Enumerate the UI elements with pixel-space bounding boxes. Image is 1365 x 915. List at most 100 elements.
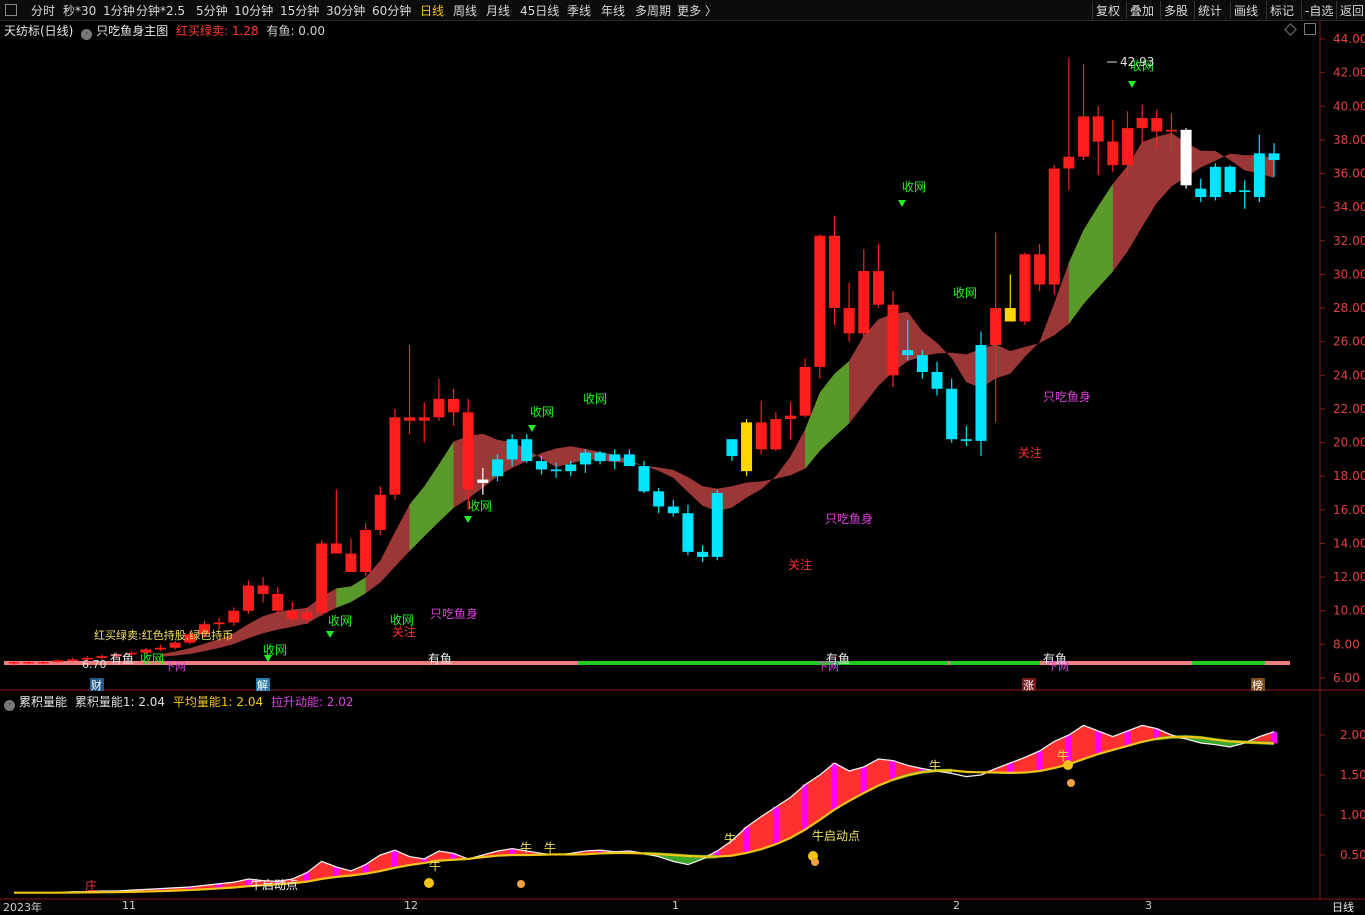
period-tab-8[interactable]: 60分钟 — [372, 2, 411, 19]
label-bull-start: 牛启动点 — [250, 877, 298, 892]
label-has-fish: 有鱼 — [826, 652, 850, 666]
money-bag-icon — [424, 878, 434, 888]
y-tick-label: 26.00 — [1333, 335, 1365, 349]
fish-line-green — [578, 661, 948, 665]
toolbar-right-button-0[interactable]: 复权 — [1096, 2, 1120, 19]
candle-body — [726, 439, 738, 457]
toolbar-right-button-3[interactable]: 统计 — [1198, 2, 1222, 19]
y-tick-label: 10.00 — [1333, 604, 1365, 618]
fish-line — [4, 661, 1290, 665]
pull-up-bar — [245, 879, 252, 887]
pull-up-bar — [860, 767, 867, 793]
arrow-down-icon — [326, 631, 334, 638]
candle-body — [1239, 190, 1251, 193]
pull-up-bar — [1036, 751, 1043, 772]
param-cum-volume: 累积量能1: 2.04 — [74, 695, 166, 709]
pull-up-bar — [362, 864, 369, 874]
candle-body — [1063, 156, 1075, 169]
sub-indicator-name[interactable]: 累积量能 — [19, 695, 67, 709]
period-tab-2[interactable]: 1分钟 — [103, 2, 135, 19]
candle-body — [286, 610, 298, 620]
candle-body — [448, 398, 460, 413]
y-tick-label: 14.00 — [1333, 536, 1365, 550]
period-tab-4[interactable]: 5分钟 — [196, 2, 228, 19]
candle-body — [301, 612, 313, 620]
window-icon[interactable] — [5, 4, 17, 16]
toolbar-right-button-1[interactable]: 叠加 — [1130, 2, 1154, 19]
period-tab-6[interactable]: 15分钟 — [280, 2, 319, 19]
candle-body — [155, 647, 167, 650]
pull-up-bar — [831, 763, 838, 810]
date-label-mar: 3 — [1145, 899, 1152, 912]
param-pull-up: 拉升动能: 2.02 — [270, 695, 354, 709]
period-tab-9[interactable]: 日线 — [420, 2, 444, 19]
period-tab-7[interactable]: 30分钟 — [326, 2, 365, 19]
candle-body — [257, 585, 269, 594]
avg-volume-line — [14, 735, 1275, 894]
candle-body — [111, 654, 123, 657]
candle-body — [1195, 188, 1207, 198]
pull-up-bar — [597, 850, 604, 854]
candle-body — [814, 235, 826, 367]
pull-up-bar — [333, 867, 340, 877]
y-tick-label: 22.00 — [1333, 402, 1365, 416]
candle-body — [755, 422, 767, 450]
candle-body — [1121, 128, 1133, 166]
label-attention: 关注 — [1018, 445, 1042, 460]
candle-body — [711, 493, 723, 557]
arrow-down-icon — [528, 425, 536, 432]
label-net-down: 下网 — [164, 660, 186, 673]
period-tab-14[interactable]: 年线 — [601, 2, 625, 19]
candle-body — [213, 622, 225, 625]
period-label: 日线 — [1332, 901, 1354, 914]
candle-body — [23, 662, 35, 664]
period-tab-1[interactable]: 秒*30 — [63, 2, 96, 19]
label-has-fish: 有鱼 — [1043, 652, 1067, 666]
candle-body — [931, 371, 943, 389]
date-label-nov: 11 — [122, 899, 136, 912]
period-tab-10[interactable]: 周线 — [453, 2, 477, 19]
diamond-icon[interactable] — [1284, 23, 1297, 36]
sub-indicator-menu-icon[interactable]: · — [4, 700, 15, 711]
maximize-icon[interactable] — [1304, 23, 1316, 35]
period-tab-15[interactable]: 多周期 — [635, 2, 671, 19]
period-tab-13[interactable]: 季线 — [567, 2, 591, 19]
label-bull: 牛 — [724, 831, 736, 846]
candle-body — [198, 624, 210, 635]
candle-body — [902, 350, 914, 356]
toolbar-right-button-6[interactable]: -自选 — [1305, 2, 1333, 19]
period-tab-12[interactable]: 45日线 — [520, 2, 559, 19]
signal-shouwang: 收网 — [328, 614, 352, 628]
period-tab-16[interactable]: 更多 〉 — [677, 2, 717, 19]
candle-body — [594, 452, 606, 462]
candle-body — [1136, 118, 1148, 129]
candle-body — [125, 652, 137, 655]
candle-body — [360, 530, 372, 573]
period-tab-11[interactable]: 月线 — [486, 2, 510, 19]
candle-body — [228, 610, 240, 623]
candle-body — [1004, 308, 1016, 322]
period-tab-0[interactable]: 分时 — [31, 2, 55, 19]
price-chart: 红买绿卖:红色持股,绿色持币收网收网收网 收网收网收网收网收网收网收网只吃鱼身只吃… — [0, 20, 1365, 900]
toolbar-separator — [1266, 1, 1267, 19]
candle-body — [52, 660, 64, 663]
toolbar-right-button-7[interactable]: 返回 — [1340, 2, 1364, 19]
toolbar-right-button-2[interactable]: 多股 — [1164, 2, 1188, 19]
period-tab-5[interactable]: 10分钟 — [234, 2, 273, 19]
indicator-menu-icon[interactable]: · — [81, 29, 93, 40]
signal-shouwang: 收网 — [902, 180, 926, 194]
candle-body — [975, 345, 987, 441]
candle-body — [960, 439, 972, 441]
stock-name: 天纺标(日线) — [4, 24, 74, 38]
period-tab-3[interactable]: 分钟*2.5 — [136, 2, 185, 19]
main-panel-header: 天纺标(日线) · 只吃鱼身主图 红买绿卖: 1.28 有鱼: 0.00 — [4, 22, 329, 40]
indicator-name[interactable]: 只吃鱼身主图 — [96, 24, 168, 38]
candle-body — [1165, 129, 1177, 132]
signal-shouwang: 收网 — [263, 643, 287, 657]
toolbar-right-button-4[interactable]: 画线 — [1234, 2, 1258, 19]
candle-body — [843, 308, 855, 334]
label-has-fish: 有鱼 — [110, 652, 134, 666]
toolbar-right-button-5[interactable]: 标记 — [1270, 2, 1294, 19]
candle-body — [682, 513, 694, 552]
volume-green-area — [644, 851, 718, 865]
